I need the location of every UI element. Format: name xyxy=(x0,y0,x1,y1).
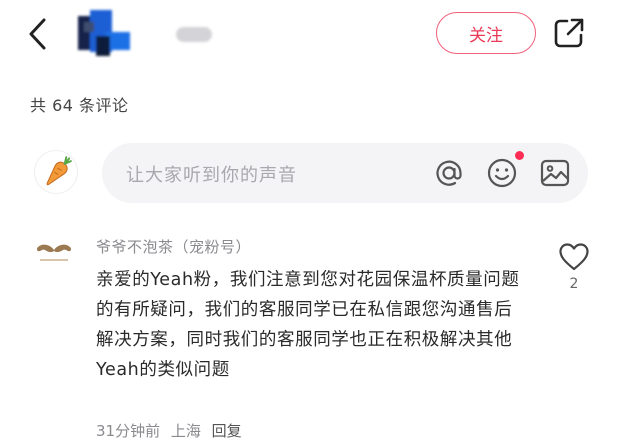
reply-button[interactable]: 回复 xyxy=(212,422,242,440)
comment-time: 31分钟前 xyxy=(96,422,161,440)
carrot-icon xyxy=(46,156,72,186)
author-name-redacted xyxy=(176,27,212,42)
mustache-logo-icon xyxy=(36,244,72,261)
mention-button[interactable] xyxy=(432,156,466,190)
image-icon xyxy=(540,159,570,187)
comment-input-placeholder: 让大家听到你的声音 xyxy=(126,165,297,186)
comment-location: 上海 xyxy=(170,422,201,440)
follow-button[interactable]: 关注 xyxy=(436,12,536,54)
back-button[interactable] xyxy=(22,14,56,54)
author-avatar[interactable] xyxy=(76,6,138,58)
top-bar: 关注 xyxy=(0,0,622,70)
my-avatar xyxy=(34,150,78,194)
comment-count: 共 64 条评论 xyxy=(30,96,129,115)
comment-body: 亲爱的Yeah粉，我们注意到您对花园保温杯质量问题的有所疑问，我们的客服同学已在… xyxy=(96,270,520,380)
like-button[interactable] xyxy=(558,242,590,272)
heart-outline-icon xyxy=(559,243,589,271)
share-external-icon xyxy=(554,18,584,48)
smiley-icon xyxy=(487,158,517,188)
notification-dot xyxy=(515,151,524,160)
at-sign-icon xyxy=(436,160,462,186)
like-count: 2 xyxy=(569,276,579,292)
comment-author[interactable]: 爷爷不泡茶（宠粉号） xyxy=(96,236,251,257)
commenter-avatar[interactable] xyxy=(34,240,74,268)
emoji-button[interactable] xyxy=(485,156,519,190)
chevron-left-icon xyxy=(29,18,46,50)
share-button[interactable] xyxy=(552,16,586,50)
image-button[interactable] xyxy=(538,156,572,190)
comment-meta: 31分钟前 上海 回复 xyxy=(96,420,248,441)
